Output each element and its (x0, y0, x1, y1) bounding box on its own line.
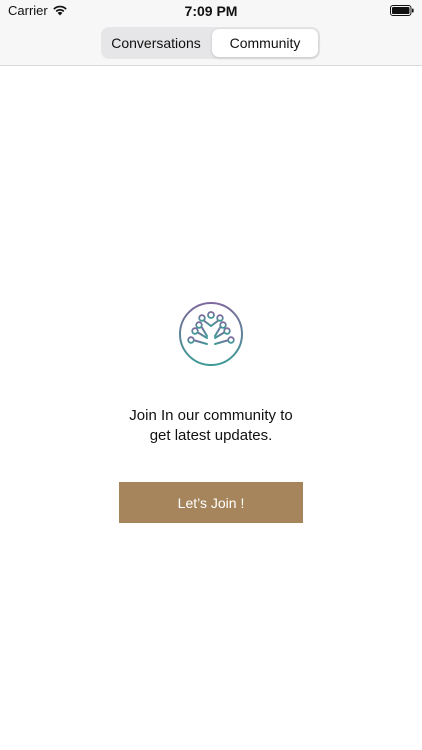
message-line-1: Join In our community to (129, 407, 293, 424)
navigation-bar: Conversations Community (0, 22, 422, 66)
status-time: 7:09 PM (184, 3, 238, 19)
community-tree-logo-icon (179, 302, 243, 366)
segmented-control: Conversations Community (101, 27, 320, 59)
community-message: Join In our community to get latest upda… (60, 406, 362, 446)
join-community-button[interactable]: Let’s Join ! (119, 482, 303, 523)
segment-conversations[interactable]: Conversations (103, 29, 209, 57)
message-line-2: get latest updates. (149, 427, 273, 444)
segment-community[interactable]: Community (212, 29, 318, 57)
status-bar: Carrier 7:09 PM (0, 0, 422, 22)
battery-icon (390, 5, 414, 16)
